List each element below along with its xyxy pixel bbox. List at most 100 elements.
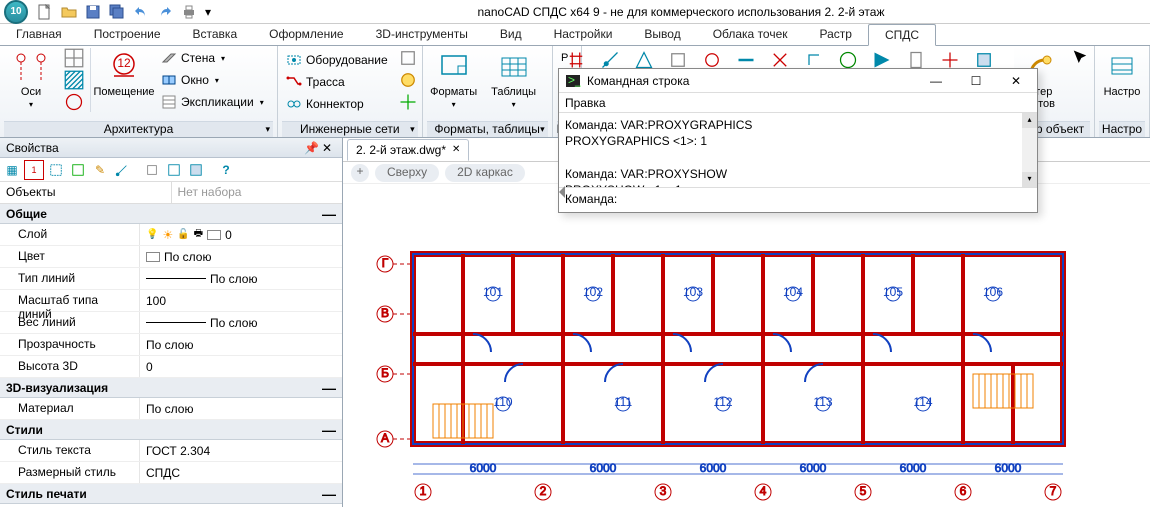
explication-button[interactable]: Экспликации▾ [157,92,268,112]
circle-icon[interactable] [64,92,84,112]
util-icon-2[interactable] [398,70,418,90]
ribbon-tab[interactable]: СПДС [868,24,936,46]
ptb-icon[interactable]: ✎ [90,160,110,180]
ptb-icon[interactable]: ▦ [2,160,22,180]
ribbon-tab[interactable]: Вставка [177,24,254,45]
view-pill-wire[interactable]: 2D каркас [445,164,525,182]
property-row[interactable]: МатериалПо слою [0,398,342,420]
wall-button[interactable]: Стена▾ [157,48,268,68]
strip-icon[interactable] [634,50,654,70]
bulb-icon[interactable]: 💡 [146,229,158,240]
panel-pin-icon[interactable]: 📌 [304,141,318,155]
strip-icon[interactable] [736,50,756,70]
close-icon[interactable]: ✕ [1001,71,1031,91]
ptb-icon[interactable] [186,160,206,180]
panel-close-icon[interactable]: ✕ [322,141,336,155]
sun-icon[interactable]: ☀ [162,228,173,242]
property-section-header[interactable]: Общие— [0,204,342,224]
svg-text:6: 6 [960,484,967,498]
property-row[interactable]: Высота 3D0 [0,356,342,378]
command-input[interactable]: Команда: [559,187,1037,209]
command-output[interactable]: Команда: VAR:PROXYGRAPHICSPROXYGRAPHICS … [559,113,1037,187]
tab-close-icon[interactable]: ✕ [452,144,460,155]
strip-icon[interactable] [872,50,892,70]
print-icon[interactable]: 🖶 [194,226,203,243]
command-scrollbar[interactable]: ▴ ▾ [1022,113,1037,187]
util-icon-1[interactable] [398,48,418,68]
window-button[interactable]: Окно▾ [157,70,268,90]
undo-icon[interactable] [132,3,150,21]
strip-icon[interactable] [804,50,824,70]
properties-object-selector[interactable]: Объекты Нет набора [0,182,342,204]
property-row[interactable]: Масштаб типа линий100 [0,290,342,312]
strip-icon[interactable] [770,50,790,70]
property-row[interactable]: Размерный стильСПДС [0,462,342,484]
ptb-icon[interactable] [68,160,88,180]
util-icon-3[interactable] [398,92,418,112]
command-window-titlebar[interactable]: >_ Командная строка — ☐ ✕ [559,69,1037,93]
ptb-icon[interactable] [46,160,66,180]
strip-icon[interactable] [838,50,858,70]
ribbon-tab[interactable]: Главная [0,24,78,45]
axes-button[interactable]: Оси ▾ [4,48,58,116]
open-icon[interactable] [60,3,78,21]
ptb-icon[interactable] [164,160,184,180]
equipment-button[interactable]: Оборудование [282,50,392,70]
property-row[interactable]: ЦветПо слою [0,246,342,268]
ribbon-tab[interactable]: 3D-инструменты [360,24,484,45]
property-row[interactable]: Вес линийПо слою [0,312,342,334]
saveall-icon[interactable] [108,3,126,21]
command-window[interactable]: >_ Командная строка — ☐ ✕ Правка Команда… [558,68,1038,213]
strip-icon[interactable] [668,50,688,70]
ribbon-tab[interactable]: Облака точек [697,24,804,45]
property-row[interactable]: Слой💡☀🔓🖶0 [0,224,342,246]
help-icon[interactable]: ? [216,160,236,180]
lock-icon[interactable]: 🔓 [177,229,189,240]
strip-icon[interactable] [906,50,926,70]
property-section-header[interactable]: Стили— [0,420,342,440]
ribbon-tab[interactable]: Растр [804,24,868,45]
drawing-canvas[interactable]: Г В Б А 1 2 3 4 5 6 7 6000600060 [343,184,1150,507]
svg-text:2: 2 [540,484,547,498]
add-view-button[interactable]: + [351,164,369,182]
print-dropdown-icon[interactable]: ▾ [204,3,212,21]
trace-button[interactable]: Трасса [282,72,392,92]
ptb-icon[interactable]: 1 [24,160,44,180]
scroll-down-icon[interactable]: ▾ [1022,172,1037,187]
hatch-icon[interactable] [64,70,84,90]
property-section-header[interactable]: 3D-визуализация— [0,378,342,398]
maximize-icon[interactable]: ☐ [961,71,991,91]
property-section-header[interactable]: Стиль печати— [0,484,342,504]
scroll-up-icon[interactable]: ▴ [1022,113,1037,128]
ribbon-tab[interactable]: Вывод [628,24,696,45]
print-icon[interactable] [180,3,198,21]
strip-icon[interactable] [940,50,960,70]
save-icon[interactable] [84,3,102,21]
view-pill-top[interactable]: Сверху [375,164,439,182]
ribbon-tab[interactable]: Оформление [253,24,359,45]
room-button[interactable]: 12 Помещение [97,48,151,116]
tables-button[interactable]: Таблицы▾ [487,48,541,116]
grid-icon[interactable] [64,48,84,68]
new-icon[interactable] [36,3,54,21]
strip-icon[interactable] [566,50,586,70]
strip-icon[interactable] [974,50,994,70]
swatch-icon[interactable] [207,230,221,240]
ptb-icon[interactable] [142,160,162,180]
strip-icon[interactable] [600,50,620,70]
property-row[interactable]: ПрозрачностьПо слою [0,334,342,356]
connector-button[interactable]: Коннектор [282,94,392,114]
property-row[interactable]: Стиль текстаГОСТ 2.304 [0,440,342,462]
strip-icon[interactable] [702,50,722,70]
redo-icon[interactable] [156,3,174,21]
property-row[interactable]: Тип линийПо слою [0,268,342,290]
formats-button[interactable]: Форматы▾ [427,48,481,116]
swatch-icon[interactable] [146,252,160,262]
ribbon-tab[interactable]: Построение [78,24,177,45]
minimize-icon[interactable]: — [921,71,951,91]
document-tab[interactable]: 2. 2-й этаж.dwg* ✕ [347,139,469,161]
ptb-icon[interactable] [112,160,132,180]
ribbon-tab[interactable]: Настройки [538,24,629,45]
ribbon-tab[interactable]: Вид [484,24,538,45]
cmd-menu-edit[interactable]: Правка [565,96,606,110]
